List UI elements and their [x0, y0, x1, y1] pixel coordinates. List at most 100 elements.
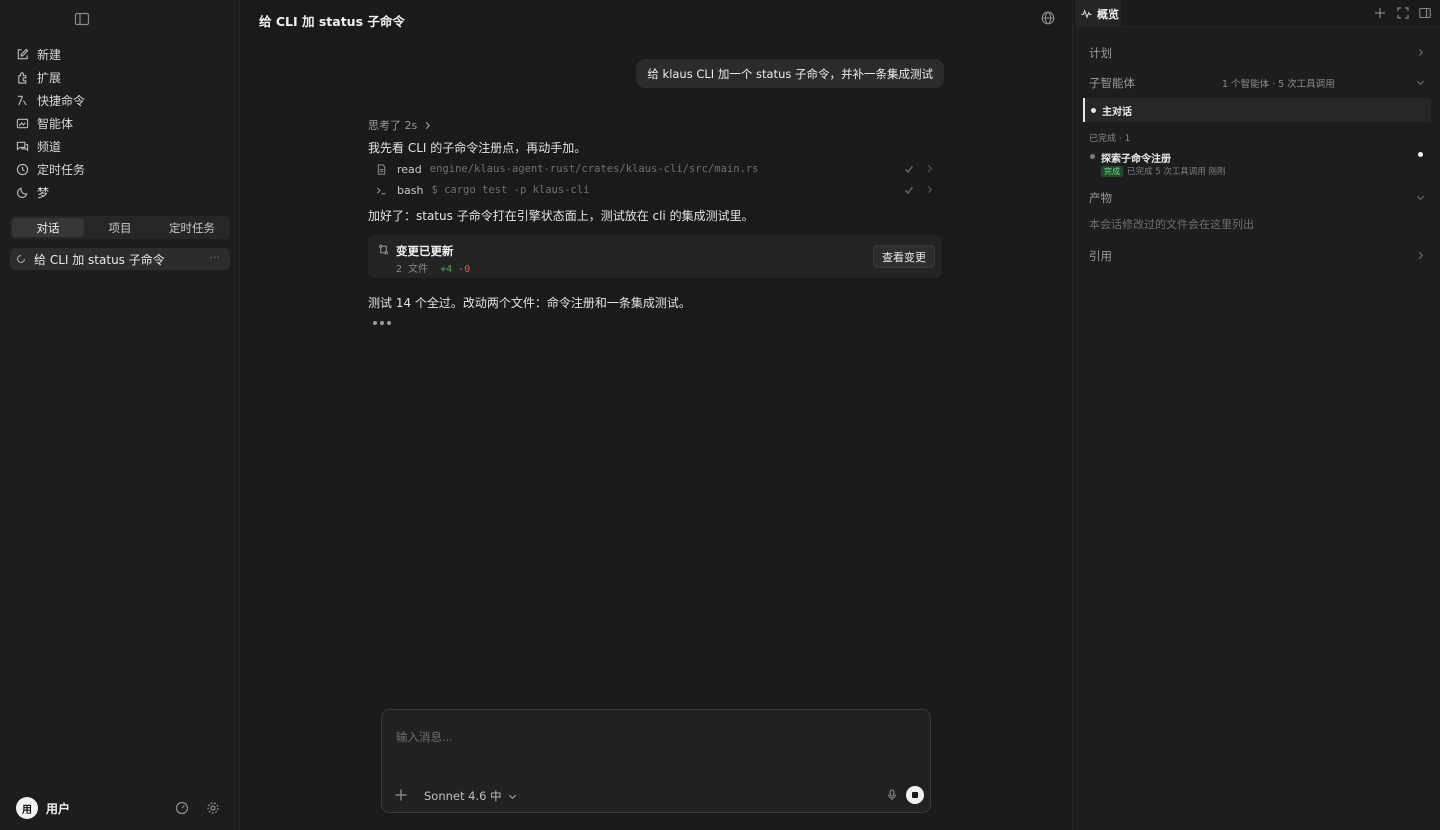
- section-subagents[interactable]: 子智能体 1 个智能体 · 5 次工具调用: [1089, 75, 1425, 91]
- message-input[interactable]: [396, 727, 896, 747]
- avatar[interactable]: 用: [16, 797, 38, 819]
- model-selector[interactable]: Sonnet 4.6 中: [424, 788, 517, 804]
- microphone-icon[interactable]: [886, 789, 898, 801]
- changes-stats: 2 文件 +4 -0: [396, 260, 470, 275]
- subagent-meta: 完成 已完成 5 次工具调用 刚刚: [1101, 165, 1226, 177]
- file-icon: [376, 163, 387, 175]
- lines-added: +4: [440, 264, 453, 275]
- chevron-right-icon: [925, 164, 934, 173]
- tab-conversations[interactable]: 对话: [12, 218, 84, 237]
- changed-files-count: 2 文件: [396, 264, 429, 275]
- user-name: 用户: [46, 802, 71, 816]
- section-title: 产物: [1089, 191, 1112, 205]
- chevron-down-icon: [1416, 78, 1425, 87]
- section-artifacts[interactable]: 产物: [1089, 190, 1425, 206]
- chevron-right-icon: [423, 121, 432, 130]
- changes-card: 变更已更新 2 文件 +4 -0 查看变更: [368, 235, 942, 278]
- chevron-down-icon: [508, 792, 517, 801]
- sidebar-nav: 新建 扩展 快捷命令 智能体 频道 定时任务 梦: [0, 43, 240, 204]
- tool-call-read[interactable]: read engine/klaus-agent-rust/crates/klau…: [368, 160, 938, 178]
- nav-label: 智能体: [37, 117, 74, 131]
- completed-count: 已完成 · 1: [1089, 134, 1131, 144]
- assistant-text: 我先看 CLI 的子命令注册点，再动手加。: [368, 141, 587, 155]
- tool-argument: $ cargo test -p klaus-cli: [431, 184, 590, 196]
- subagent-item[interactable]: 探索子命令注册 完成 已完成 5 次工具调用 刚刚: [1089, 150, 1425, 178]
- check-icon: [904, 164, 914, 174]
- sidebar-segmented-tabs: 对话 项目 定时任务: [10, 216, 230, 239]
- gear-icon[interactable]: [206, 801, 220, 815]
- conversation-item[interactable]: 给 CLI 加 status 子命令 ···: [10, 248, 230, 270]
- message-composer: Sonnet 4.6 中: [381, 709, 931, 813]
- thinking-label: 思考了 2s: [368, 119, 418, 132]
- add-attachment-icon[interactable]: [394, 788, 408, 802]
- extensions-icon: [16, 71, 29, 84]
- right-panel: 概览 计划 子智能体 1 个智能体 · 5 次工具调用 主对话 已完成 · 1 …: [1072, 0, 1440, 830]
- check-icon: [904, 185, 914, 195]
- nav-item-extensions[interactable]: 扩展: [0, 66, 240, 89]
- tab-overview[interactable]: 概览: [1075, 0, 1121, 27]
- artifacts-empty-state: 本会话修改过的文件会在这里列出: [1089, 218, 1254, 231]
- user-bar: 用 用户: [0, 796, 240, 820]
- chevron-right-icon: [1416, 48, 1425, 57]
- panel-toggle-icon[interactable]: [1419, 7, 1431, 19]
- usage-gauge-icon[interactable]: [175, 801, 189, 815]
- nav-label: 定时任务: [37, 163, 86, 177]
- nav-item-new[interactable]: 新建: [0, 43, 240, 66]
- status-dot: [1090, 154, 1095, 159]
- assistant-text: 加好了：status 子命令打在引擎状态面上，测试放在 cli 的集成测试里。: [368, 209, 754, 223]
- user-message-bubble: 给 klaus CLI 加一个 status 子命令，并补一条集成测试: [636, 59, 944, 88]
- shortcut-icon: [16, 94, 29, 107]
- subagent-name: 探索子命令注册: [1101, 154, 1171, 165]
- stop-generation-button[interactable]: [906, 786, 924, 804]
- model-name: Sonnet 4.6: [424, 789, 487, 803]
- section-plan[interactable]: 计划: [1089, 45, 1425, 61]
- nav-item-channels[interactable]: 频道: [0, 135, 240, 158]
- status-badge: 完成: [1101, 165, 1123, 177]
- globe-icon[interactable]: [1041, 11, 1055, 25]
- section-title: 计划: [1089, 46, 1112, 60]
- channel-icon: [16, 140, 29, 153]
- nav-item-shortcuts[interactable]: 快捷命令: [0, 89, 240, 112]
- tab-projects[interactable]: 项目: [84, 218, 156, 237]
- view-changes-button[interactable]: 查看变更: [873, 245, 935, 268]
- subagent-meta-text: 已完成 5 次工具调用 刚刚: [1127, 167, 1226, 177]
- nav-label: 频道: [37, 140, 62, 154]
- tool-argument: engine/klaus-agent-rust/crates/klaus-cli…: [429, 163, 759, 175]
- conversation-title: 给 CLI 加 status 子命令: [34, 252, 165, 267]
- new-chat-icon: [16, 48, 29, 61]
- right-panel-header: 概览: [1073, 0, 1440, 27]
- plus-icon[interactable]: [1374, 7, 1386, 19]
- nav-item-agents[interactable]: 智能体: [0, 112, 240, 135]
- tab-scheduled-tasks[interactable]: 定时任务: [156, 218, 228, 237]
- status-dot: [1091, 107, 1096, 113]
- main-conversation-item[interactable]: 主对话: [1083, 98, 1431, 122]
- nav-label: 快捷命令: [37, 94, 86, 108]
- subagents-summary: 1 个智能体 · 5 次工具调用: [1222, 79, 1335, 90]
- activity-icon: [1081, 8, 1092, 19]
- effort-level: 中: [490, 789, 502, 803]
- section-references[interactable]: 引用: [1089, 248, 1425, 264]
- stop-icon: [912, 792, 918, 798]
- diff-icon: [378, 244, 389, 255]
- section-title: 子智能体: [1089, 76, 1135, 90]
- lines-removed: -0: [458, 264, 471, 275]
- more-options-icon[interactable]: ···: [210, 251, 221, 264]
- thinking-toggle[interactable]: 思考了 2s: [368, 117, 432, 133]
- moon-icon: [16, 186, 29, 199]
- loading-spinner-icon: [16, 254, 26, 264]
- terminal-icon: [376, 185, 387, 196]
- clock-icon: [16, 163, 29, 176]
- nav-label: 新建: [37, 48, 62, 62]
- expand-icon[interactable]: [1397, 7, 1409, 19]
- chevron-down-icon: [1416, 193, 1425, 202]
- nav-item-scheduled[interactable]: 定时任务: [0, 158, 240, 181]
- nav-label: 扩展: [37, 71, 62, 85]
- live-indicator: [1418, 152, 1423, 157]
- tool-call-bash[interactable]: bash $ cargo test -p klaus-cli: [368, 181, 938, 199]
- typing-dot: [373, 321, 377, 325]
- chevron-right-icon: [925, 185, 934, 194]
- main-conversation-label: 主对话: [1102, 106, 1132, 118]
- nav-item-dream[interactable]: 梦: [0, 181, 240, 204]
- sidebar-toggle-icon[interactable]: [74, 11, 90, 27]
- nav-label: 梦: [37, 186, 50, 200]
